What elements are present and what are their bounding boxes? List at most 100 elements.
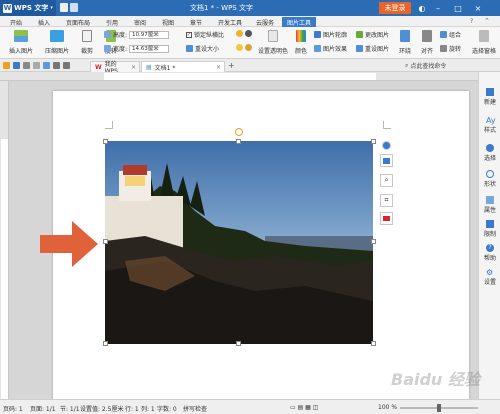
- lighthouse-photo[interactable]: [105, 141, 373, 344]
- tab-home[interactable]: 开始: [6, 17, 26, 27]
- login-button[interactable]: 未登录: [379, 2, 411, 14]
- new-tab-button[interactable]: +: [228, 61, 235, 70]
- tab-chapter[interactable]: 章节: [186, 17, 206, 27]
- resize-handle-bottom-left[interactable]: [103, 341, 108, 346]
- side-settings-button[interactable]: ⚙ 设置: [479, 268, 500, 286]
- contrast-buttons[interactable]: [236, 30, 252, 37]
- wps-logo-icon: W: [3, 3, 12, 13]
- float-crop-icon[interactable]: ⌗: [380, 194, 393, 207]
- tab-insert[interactable]: 插入: [34, 17, 54, 27]
- doc-tab-document1[interactable]: ▤ 文档1 * ×: [141, 61, 225, 72]
- height-input[interactable]: 10.97厘米: [129, 30, 170, 39]
- float-zoom-icon[interactable]: ⌕: [380, 174, 393, 187]
- tab-picture-tools[interactable]: 图片工具: [282, 17, 316, 27]
- side-style-button[interactable]: Ay 样式: [479, 116, 500, 134]
- color-icon: [296, 30, 306, 42]
- app-logo[interactable]: W WPS 文字 ▾: [0, 0, 56, 16]
- side-select-button[interactable]: 选择: [479, 144, 500, 162]
- side-shape-button[interactable]: 形状: [479, 170, 500, 188]
- side-restrict-button[interactable]: 限制: [479, 220, 500, 238]
- rotate-handle-icon[interactable]: [235, 128, 243, 136]
- restore-button[interactable]: □: [452, 2, 464, 14]
- select-pane-button[interactable]: 选择窗格: [470, 30, 498, 55]
- side-help-button[interactable]: ? 帮助: [479, 244, 500, 262]
- vertical-ruler[interactable]: [0, 81, 9, 399]
- status-setting[interactable]: 设置值: 2.5厘米: [80, 404, 123, 413]
- tab-developer[interactable]: 开发工具: [214, 17, 246, 27]
- reset-size-button[interactable]: 重设大小: [186, 44, 219, 53]
- status-section[interactable]: 节: 1/1: [60, 404, 80, 413]
- preview-icon[interactable]: [33, 62, 40, 69]
- redo-icon[interactable]: [63, 62, 70, 69]
- close-button[interactable]: ×: [472, 2, 484, 14]
- command-search[interactable]: ⌕ 点此查找命令: [405, 61, 497, 71]
- save-icon[interactable]: [13, 62, 20, 69]
- align-icon: [422, 30, 432, 42]
- status-page-num[interactable]: 页码: 1: [3, 404, 23, 413]
- set-transparent-button[interactable]: 设置透明色: [258, 30, 288, 55]
- float-layout-icon[interactable]: [380, 212, 393, 225]
- help-icon[interactable]: ?: [470, 18, 473, 25]
- horizontal-ruler[interactable]: [0, 72, 478, 81]
- resize-handle-right[interactable]: [371, 239, 376, 244]
- brightness-buttons[interactable]: [236, 44, 252, 51]
- status-row[interactable]: 行: 1: [125, 404, 139, 413]
- side-item-label: 形状: [483, 181, 496, 188]
- tab-references[interactable]: 引用: [102, 17, 122, 27]
- picture-effect-button[interactable]: 图片效果: [314, 44, 347, 53]
- width-input[interactable]: 14.63厘米: [129, 44, 170, 53]
- rotate2-button[interactable]: 旋转: [440, 44, 461, 53]
- status-words[interactable]: 字数: 0: [157, 404, 177, 413]
- minimize-button[interactable]: –: [432, 2, 444, 14]
- status-spellcheck[interactable]: 拼写检查: [183, 404, 207, 413]
- side-new-button[interactable]: 新建: [479, 88, 500, 106]
- doc-tab-my-wps[interactable]: W 我的WPS ×: [90, 61, 140, 75]
- tab-cloud[interactable]: 云服务: [252, 17, 278, 27]
- quick-open-icon[interactable]: [70, 3, 78, 12]
- wrap-button[interactable]: 环绕: [396, 30, 414, 55]
- combine-button[interactable]: 组合: [440, 30, 461, 39]
- change-picture-button[interactable]: 更改图片: [356, 30, 389, 39]
- resize-handle-top-right[interactable]: [371, 139, 376, 144]
- collapse-float-toolbar-icon[interactable]: [382, 141, 391, 150]
- resize-handle-left[interactable]: [103, 239, 108, 244]
- status-pages[interactable]: 页面: 1/1: [30, 404, 56, 413]
- side-item-label: 样式: [483, 127, 496, 134]
- resize-handle-bottom-right[interactable]: [371, 341, 376, 346]
- wps-small-logo-icon: W: [95, 63, 102, 71]
- reset-size-label: 重设大小: [195, 46, 220, 53]
- folder-icon[interactable]: [3, 62, 10, 69]
- status-bar: 页码: 1 页面: 1/1 节: 1/1 设置值: 2.5厘米 行: 1 列: …: [0, 399, 500, 414]
- resize-handle-top[interactable]: [236, 139, 241, 144]
- status-zoom[interactable]: 100 %: [378, 404, 397, 411]
- tab-review[interactable]: 审阅: [130, 17, 150, 27]
- align-button[interactable]: 对齐: [418, 30, 436, 55]
- tab-page-layout[interactable]: 页面布局: [62, 17, 94, 27]
- skin-icon[interactable]: ◐: [416, 2, 428, 14]
- height-icon: [104, 31, 111, 38]
- side-properties-button[interactable]: 属性: [479, 196, 500, 214]
- crop-label: 裁剪: [80, 48, 93, 55]
- view-mode-icons[interactable]: ▭ ▤ ▦ ◫: [290, 404, 318, 411]
- resize-handle-top-left[interactable]: [103, 139, 108, 144]
- crop-button[interactable]: 裁剪: [78, 30, 96, 55]
- picture-outline-button[interactable]: 图片轮廓: [314, 30, 347, 39]
- status-col[interactable]: 列: 1: [141, 404, 155, 413]
- color-button[interactable]: 颜色: [292, 30, 310, 55]
- resize-handle-bottom[interactable]: [236, 341, 241, 346]
- quick-save-icon[interactable]: [60, 3, 68, 12]
- print-icon[interactable]: [23, 62, 30, 69]
- close-icon[interactable]: ×: [131, 64, 136, 71]
- format-painter-icon[interactable]: [43, 62, 50, 69]
- undo-icon[interactable]: [53, 62, 60, 69]
- zoom-slider-knob[interactable]: [437, 404, 441, 412]
- compress-picture-button[interactable]: 压缩图片: [42, 30, 72, 55]
- insert-picture-button[interactable]: 插入图片: [6, 30, 36, 55]
- side-item-label: 限制: [483, 231, 496, 238]
- collapse-ribbon-icon[interactable]: ⌃: [484, 17, 490, 25]
- float-edit-icon[interactable]: [380, 154, 393, 167]
- reset-picture-button[interactable]: 重设图片: [356, 44, 389, 53]
- tab-view[interactable]: 视图: [158, 17, 178, 27]
- lock-ratio-checkbox[interactable]: ✓ 锁定纵横比: [186, 30, 224, 39]
- close-icon[interactable]: ×: [216, 64, 221, 71]
